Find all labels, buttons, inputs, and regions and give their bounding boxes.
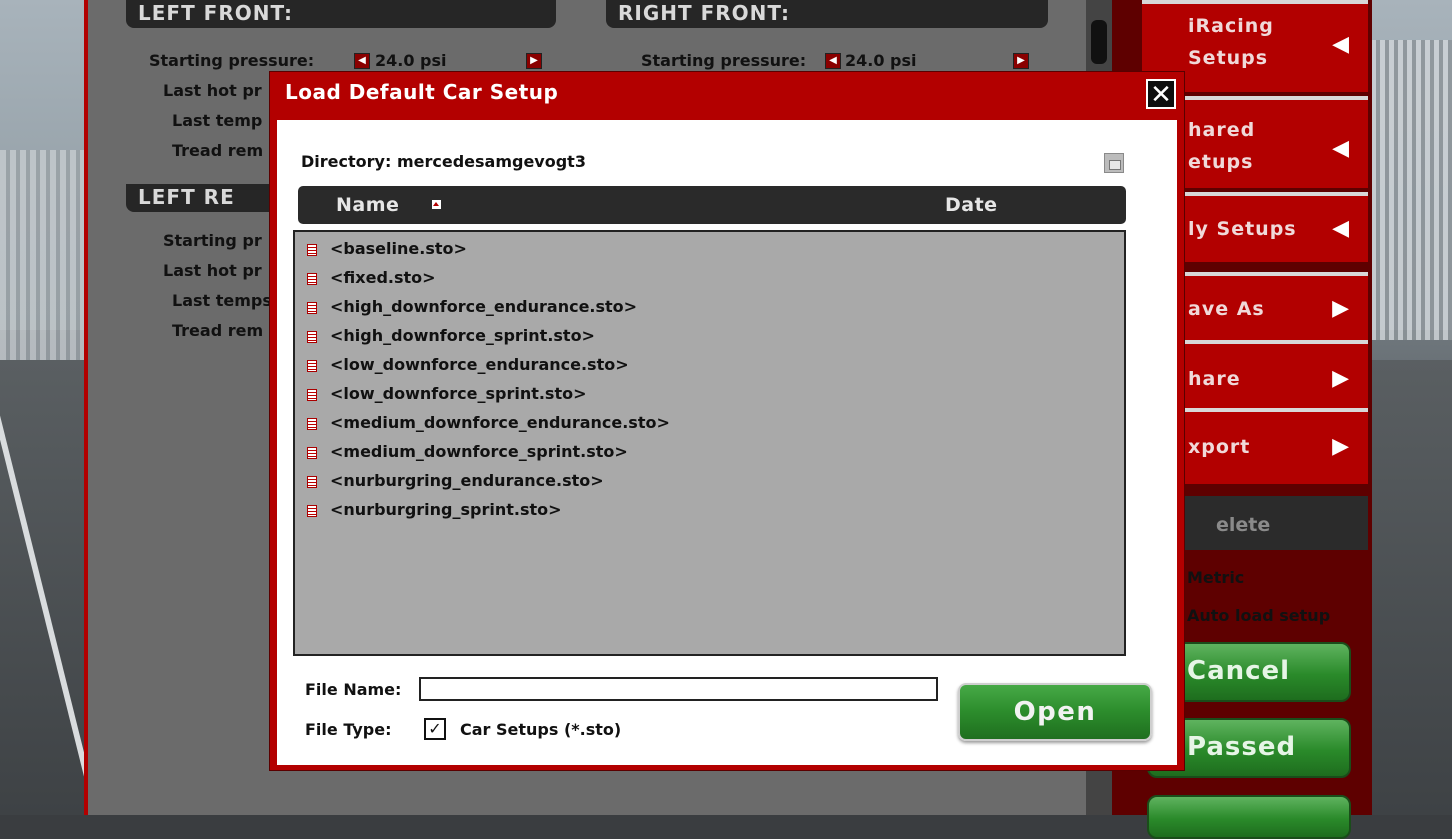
file-name: <nurburgring_sprint.sto>	[330, 500, 562, 519]
file-name-label: File Name:	[305, 680, 402, 699]
file-type-label: File Type:	[305, 720, 392, 739]
column-header-name[interactable]: Name	[336, 194, 399, 216]
dialog-title: Load Default Car Setup	[285, 80, 559, 104]
setup-file-icon	[307, 273, 317, 285]
lr-last-hot-label: Last hot pr	[163, 261, 262, 280]
list-item[interactable]: <fixed.sto>	[307, 263, 436, 292]
lr-starting-pressure-label: Starting pr	[163, 231, 262, 250]
sidebar-item-label: hared etups	[1188, 119, 1256, 173]
close-icon[interactable]: ✕	[1146, 79, 1176, 109]
lf-pressure-increase-button[interactable]: ▶	[526, 53, 542, 69]
file-name: <low_downforce_endurance.sto>	[330, 355, 629, 374]
load-setup-dialog: Load Default Car Setup ✕ Directory: merc…	[270, 72, 1184, 770]
file-type-value: Car Setups (*.sto)	[460, 720, 622, 739]
rf-starting-pressure-label: Starting pressure:	[641, 51, 807, 70]
grandstand-right	[1362, 40, 1452, 340]
file-type-checkbox[interactable]: ✓	[424, 718, 446, 740]
rf-starting-pressure-value: 24.0 psi	[845, 51, 917, 70]
setup-file-icon	[307, 418, 317, 430]
rf-pressure-decrease-button[interactable]: ◀	[825, 53, 841, 69]
list-item[interactable]: <medium_downforce_sprint.sto>	[307, 437, 628, 466]
list-item[interactable]: <low_downforce_sprint.sto>	[307, 379, 587, 408]
lf-tread-label: Tread rem	[172, 141, 264, 160]
lr-last-temps-label: Last temps	[172, 291, 272, 310]
lf-starting-pressure-value: 24.0 psi	[375, 51, 447, 70]
setup-file-icon	[307, 505, 317, 517]
section-left-front: LEFT FRONT:	[126, 0, 556, 28]
triangle-right-icon: ▶	[1332, 366, 1350, 391]
triangle-left-icon: ◀	[1332, 32, 1350, 57]
sidebar-item-label: ly Setups	[1188, 218, 1297, 240]
lf-pressure-decrease-button[interactable]: ◀	[354, 53, 370, 69]
open-button[interactable]: Open	[958, 683, 1152, 741]
auto-load-setup-checkbox[interactable]: Auto load setup	[1187, 606, 1330, 625]
sidebar-item-label: iRacing Setups	[1188, 15, 1274, 69]
sort-ascending-icon[interactable]	[432, 200, 441, 209]
metric-checkbox[interactable]: Metric	[1187, 568, 1244, 587]
grandstand-left	[0, 150, 90, 370]
file-name: <medium_downforce_sprint.sto>	[330, 442, 628, 461]
rf-pressure-increase-button[interactable]: ▶	[1013, 53, 1029, 69]
list-item[interactable]: <nurburgring_endurance.sto>	[307, 466, 604, 495]
dialog-body: Directory: mercedesamgevogt3 Name Date <…	[277, 120, 1177, 765]
sidebar-item-label: hare	[1188, 368, 1241, 390]
setup-file-icon	[307, 360, 317, 372]
file-name: <high_downforce_sprint.sto>	[330, 326, 595, 345]
list-item[interactable]: <baseline.sto>	[307, 234, 467, 263]
delete-label: elete	[1216, 514, 1271, 536]
list-item[interactable]: <nurburgring_sprint.sto>	[307, 495, 562, 524]
column-header-date[interactable]: Date	[945, 194, 998, 216]
lf-starting-pressure-label: Starting pressure:	[149, 51, 315, 70]
section-right-front: RIGHT FRONT:	[606, 0, 1048, 28]
list-item[interactable]: <medium_downforce_endurance.sto>	[307, 408, 670, 437]
file-list[interactable]: <baseline.sto> <fixed.sto> <high_downfor…	[293, 230, 1126, 656]
file-name: <nurburgring_endurance.sto>	[330, 471, 604, 490]
section-left-rear: LEFT RE	[126, 184, 288, 212]
directory-value: mercedesamgevogt3	[396, 152, 586, 171]
file-name: <high_downforce_endurance.sto>	[330, 297, 638, 316]
lf-last-temps-label: Last temp	[172, 111, 263, 130]
triangle-right-icon: ▶	[1332, 434, 1350, 459]
new-folder-icon[interactable]	[1104, 153, 1124, 173]
setup-file-icon	[307, 447, 317, 459]
setup-file-icon	[307, 476, 317, 488]
setup-file-icon	[307, 331, 317, 343]
checkmark-icon: ✓	[428, 719, 442, 738]
directory-row: Directory: mercedesamgevogt3	[301, 152, 586, 171]
file-name: <baseline.sto>	[330, 239, 467, 258]
triangle-left-icon: ◀	[1332, 216, 1350, 241]
setup-file-icon	[307, 302, 317, 314]
file-name: <fixed.sto>	[330, 268, 436, 287]
file-list-header: Name Date	[298, 186, 1126, 224]
directory-label: Directory:	[301, 152, 392, 171]
sidebar-item-label: ave As	[1188, 298, 1265, 320]
sidebar-item-label: xport	[1188, 436, 1251, 458]
passed-label: Passed	[1187, 732, 1297, 762]
lf-last-hot-label: Last hot pr	[163, 81, 262, 100]
triangle-left-icon: ◀	[1332, 136, 1350, 161]
list-item[interactable]: <low_downforce_endurance.sto>	[307, 350, 629, 379]
list-item[interactable]: <high_downforce_endurance.sto>	[307, 292, 637, 321]
setup-file-icon	[307, 389, 317, 401]
setup-file-icon	[307, 244, 317, 256]
file-name-input[interactable]	[419, 677, 938, 701]
scrollbar-thumb[interactable]	[1091, 20, 1107, 64]
file-name: <medium_downforce_endurance.sto>	[330, 413, 670, 432]
list-item[interactable]: <high_downforce_sprint.sto>	[307, 321, 595, 350]
sidebar-green-button[interactable]	[1147, 795, 1351, 839]
triangle-right-icon: ▶	[1332, 296, 1350, 321]
cancel-label: Cancel	[1187, 656, 1291, 686]
file-name: <low_downforce_sprint.sto>	[330, 384, 587, 403]
lr-tread-label: Tread rem	[172, 321, 264, 340]
